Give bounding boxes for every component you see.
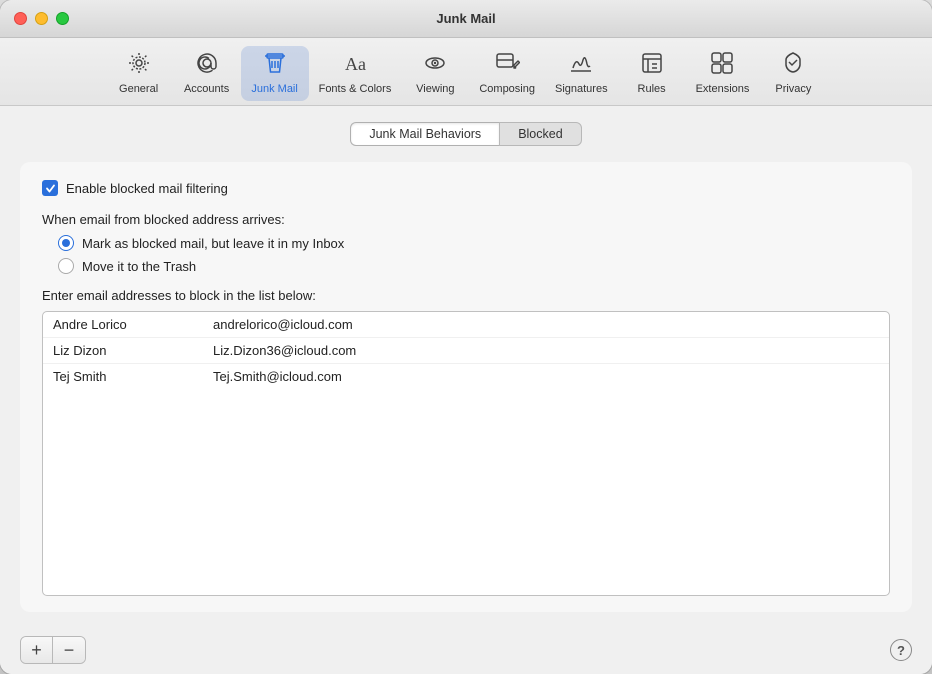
tab-blocked[interactable]: Blocked [499, 122, 581, 146]
toolbar-label-composing: Composing [479, 83, 535, 95]
extensions-icon [709, 50, 735, 80]
email-row-2[interactable]: Tej Smith Tej.Smith@icloud.com [43, 364, 889, 389]
radio-mark-blocked-fill [62, 239, 70, 247]
radio-mark-blocked-indicator [58, 235, 74, 251]
composing-icon [494, 50, 520, 80]
fonts-icon: Aa [342, 50, 368, 80]
toolbar-label-viewing: Viewing [416, 83, 454, 95]
enable-filtering-label: Enable blocked mail filtering [66, 181, 228, 196]
add-button[interactable]: + [21, 637, 53, 663]
close-button[interactable] [14, 12, 27, 25]
toolbar-label-signatures: Signatures [555, 83, 608, 95]
content-area: Junk Mail Behaviors Blocked Enable block… [0, 106, 932, 626]
toolbar-label-privacy: Privacy [775, 83, 811, 95]
minimize-button[interactable] [35, 12, 48, 25]
titlebar: Junk Mail [0, 0, 932, 38]
email-name-0: Andre Lorico [53, 317, 213, 332]
toolbar-item-fonts-colors[interactable]: Aa Fonts & Colors [309, 46, 402, 101]
viewing-icon [422, 50, 448, 80]
toolbar-item-junk-mail[interactable]: Junk Mail [241, 46, 309, 101]
window-title: Junk Mail [436, 11, 495, 26]
toolbar-item-accounts[interactable]: Accounts [173, 46, 241, 101]
toolbar-label-junk-mail: Junk Mail [251, 83, 297, 95]
add-remove-group: + − [20, 636, 86, 664]
maximize-button[interactable] [56, 12, 69, 25]
email-row-0[interactable]: Andre Lorico andrelorico@icloud.com [43, 312, 889, 338]
toolbar-item-viewing[interactable]: Viewing [401, 46, 469, 101]
toolbar-label-fonts-colors: Fonts & Colors [319, 83, 392, 95]
traffic-lights [14, 12, 69, 25]
bottom-bar: + − ? [0, 626, 932, 674]
email-list[interactable]: Andre Lorico andrelorico@icloud.com Liz … [42, 311, 890, 596]
email-name-2: Tej Smith [53, 369, 213, 384]
svg-text:Aa: Aa [345, 54, 366, 74]
toolbar-item-rules[interactable]: Rules [618, 46, 686, 101]
toolbar: General Accounts [0, 38, 932, 106]
rules-icon [639, 50, 665, 80]
remove-button[interactable]: − [53, 637, 85, 663]
help-button[interactable]: ? [890, 639, 912, 661]
tab-junk-mail-behaviors[interactable]: Junk Mail Behaviors [350, 122, 499, 146]
email-address-1: Liz.Dizon36@icloud.com [213, 343, 356, 358]
email-address-2: Tej.Smith@icloud.com [213, 369, 342, 384]
toolbar-label-rules: Rules [638, 83, 666, 95]
enable-filtering-checkbox[interactable] [42, 180, 58, 196]
enter-email-label: Enter email addresses to block in the li… [42, 288, 890, 303]
radio-move-trash-label: Move it to the Trash [82, 259, 196, 274]
toolbar-item-extensions[interactable]: Extensions [686, 46, 760, 101]
signatures-icon [568, 50, 594, 80]
toolbar-item-privacy[interactable]: Privacy [759, 46, 827, 101]
at-icon [194, 50, 220, 80]
radio-move-trash-indicator [58, 258, 74, 274]
toolbar-item-composing[interactable]: Composing [469, 46, 545, 101]
email-name-1: Liz Dizon [53, 343, 213, 358]
radio-move-trash[interactable]: Move it to the Trash [58, 258, 890, 274]
radio-mark-blocked-label: Mark as blocked mail, but leave it in my… [82, 236, 344, 251]
radio-mark-blocked[interactable]: Mark as blocked mail, but leave it in my… [58, 235, 890, 251]
toolbar-label-accounts: Accounts [184, 83, 229, 95]
email-address-0: andrelorico@icloud.com [213, 317, 353, 332]
toolbar-label-extensions: Extensions [696, 83, 750, 95]
toolbar-item-general[interactable]: General [105, 46, 173, 101]
toolbar-label-general: General [119, 83, 158, 95]
enable-filtering-row: Enable blocked mail filtering [42, 180, 890, 196]
toolbar-item-signatures[interactable]: Signatures [545, 46, 618, 101]
when-label: When email from blocked address arrives: [42, 212, 890, 227]
segmented-control: Junk Mail Behaviors Blocked [20, 122, 912, 146]
email-row-1[interactable]: Liz Dizon Liz.Dizon36@icloud.com [43, 338, 889, 364]
radio-group: Mark as blocked mail, but leave it in my… [58, 235, 890, 274]
gear-icon [126, 50, 152, 80]
settings-panel: Enable blocked mail filtering When email… [20, 162, 912, 612]
main-window: Junk Mail General Accounts [0, 0, 932, 674]
junk-mail-icon [262, 50, 288, 80]
privacy-icon [780, 50, 806, 80]
